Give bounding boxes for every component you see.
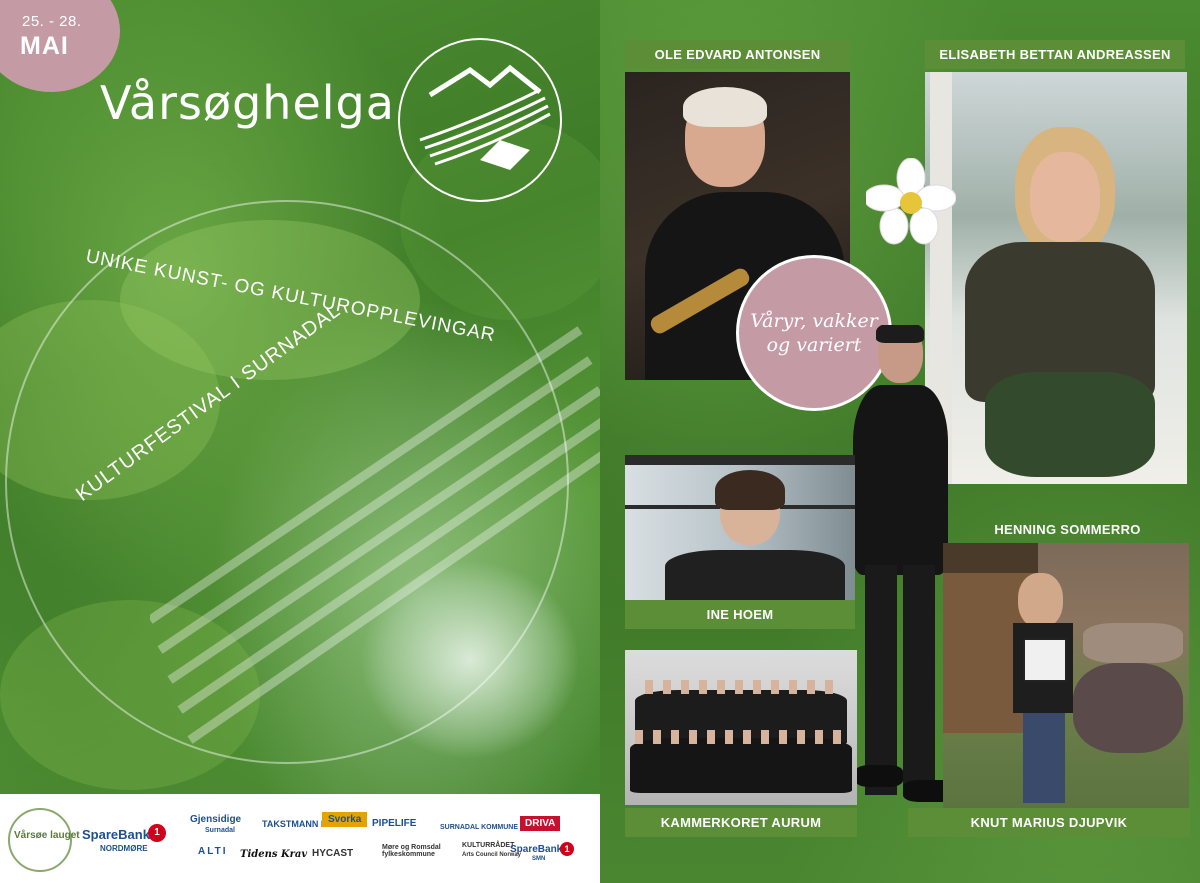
- sparebank-smn-logo: SpareBank: [510, 844, 563, 855]
- left-panel: 25. - 28. MAI Vårsøghelga UNIKE KUNST- O…: [0, 0, 620, 794]
- photo-sommerro: [843, 325, 958, 815]
- kulturradet-logo: KULTURRÅDET: [462, 842, 515, 849]
- date-month: MAI: [20, 32, 69, 60]
- gjensidige-sub: Surnadal: [205, 827, 235, 834]
- sparebank-nordmore-sub: NORDMØRE: [100, 844, 148, 853]
- artist-label-sommerro: HENNING SOMMERRO: [994, 522, 1141, 537]
- artist-label-andreassen: ELISABETH BETTAN ANDREASSEN: [925, 40, 1185, 69]
- anemone-flower-icon: [866, 158, 956, 245]
- tidens-krav-logo: Tidens Krav: [240, 849, 308, 860]
- sparebank-smn-sub: SMN: [532, 856, 546, 862]
- festival-poster: 25. - 28. MAI Vårsøghelga UNIKE KUNST- O…: [0, 0, 1200, 883]
- artist-label-ine-hoem: INE HOEM: [625, 600, 855, 629]
- festival-name: Vårsøghelga: [100, 76, 395, 130]
- artist-label-djupvik: KNUT MARIUS DJUPVIK: [908, 808, 1190, 837]
- photo-kammerkoret: [625, 650, 857, 805]
- artist-label-kammerkoret: KAMMERKORET AURUM: [625, 808, 857, 837]
- varso-lauget-text: Vårsøe lauget: [14, 830, 80, 841]
- sparebank-nordmore-logo: SpareBank: [82, 827, 150, 842]
- artist-label-antonsen: OLE EDVARD ANTONSEN: [625, 40, 850, 69]
- more-romsdal-logo: Møre og Romsdal fylkeskommune: [382, 844, 441, 858]
- harp-stripes-graphic: [150, 326, 610, 744]
- surnadal-kommune-logo: SURNADAL KOMMUNE: [440, 824, 519, 831]
- sparebank-smn-one-icon: 1: [560, 842, 574, 856]
- logo-emblem: [398, 38, 562, 202]
- alti-logo: ALTI: [198, 846, 228, 857]
- pipelife-logo: PIPELIFE: [372, 818, 417, 829]
- date-range: 25. - 28.: [22, 13, 82, 30]
- sponsor-bar: Vårsøe lauget SpareBank 1 NORDMØRE Gjens…: [0, 794, 600, 883]
- svorka-logo: Svorka: [322, 812, 368, 827]
- sparebank-one-icon: 1: [148, 824, 166, 842]
- photo-andreassen: [925, 72, 1187, 484]
- hycast-logo: HYCAST: [312, 848, 354, 859]
- gjensidige-logo: Gjensidige: [190, 814, 242, 825]
- photo-ine-hoem: [625, 455, 855, 600]
- harp-mountain-icon: [419, 64, 551, 170]
- photo-djupvik: [943, 543, 1189, 808]
- driva-logo: DRIVA: [520, 816, 561, 831]
